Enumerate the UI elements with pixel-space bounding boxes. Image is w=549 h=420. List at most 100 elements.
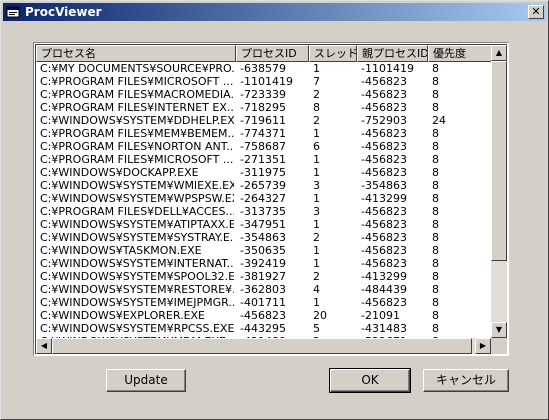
cell-priority: 8 — [432, 309, 439, 322]
cell-process-id: -354863 — [240, 231, 286, 244]
cell-process-id: -264327 — [240, 192, 286, 205]
cell-priority: 8 — [432, 270, 439, 283]
cell-threads: 1 — [313, 218, 320, 231]
cell-priority: 8 — [432, 322, 439, 335]
cell-process-name: C:¥WINDOWS¥EXPLORER.EXE — [40, 309, 206, 322]
table-row[interactable]: C:¥WINDOWS¥SYSTEM¥ATIPTAXX.E... -347951 1 -… — [36, 218, 492, 231]
cell-parent-id: -1101419 — [361, 62, 414, 75]
table-row[interactable]: C:¥WINDOWS¥TASKMON.EXE -350635 1 -456823 8 — [36, 244, 492, 257]
cell-process-id: -392419 — [240, 257, 286, 270]
column-header-threads[interactable]: スレッド — [309, 45, 357, 62]
cell-process-id: -381927 — [240, 270, 286, 283]
cell-priority: 8 — [432, 205, 439, 218]
column-header-process-name[interactable]: プロセス名 — [36, 45, 236, 62]
cell-parent-id: -413299 — [361, 192, 407, 205]
cell-priority: 8 — [432, 218, 439, 231]
cell-process-id: -719611 — [240, 114, 286, 127]
cell-process-name: C:¥PROGRAM FILES¥MACROMEDIA... — [40, 88, 234, 101]
cell-process-name: C:¥WINDOWS¥DOCKAPP.EXE — [40, 166, 199, 179]
cell-process-id: -350635 — [240, 244, 286, 257]
cell-threads: 7 — [313, 75, 320, 88]
cell-threads: 5 — [313, 322, 320, 335]
table-row[interactable]: C:¥PROGRAM FILES¥MICROSOFT ... -271351 1 -4… — [36, 153, 492, 166]
cell-threads: 1 — [313, 296, 320, 309]
cell-threads: 8 — [313, 101, 320, 114]
cell-process-name: C:¥WINDOWS¥SYSTEM¥SPOOL32.EX... — [40, 270, 234, 283]
scroll-up-button[interactable]: ▲ — [491, 45, 507, 61]
cell-process-name: C:¥WINDOWS¥SYSTEM¥ATIPTAXX.E... — [40, 218, 234, 231]
cell-process-id: -443295 — [240, 322, 286, 335]
table-row[interactable]: C:¥WINDOWS¥SYSTEM¥IMEJPMGR.... -401711 1 -4… — [36, 296, 492, 309]
column-header-parent-id[interactable]: 親プロセスID — [357, 45, 428, 62]
arrow-down-icon: ▼ — [495, 325, 503, 334]
column-header-process-id[interactable]: プロセスID — [236, 45, 309, 62]
cell-priority: 24 — [432, 114, 446, 127]
app-icon — [6, 6, 20, 18]
cell-process-name: C:¥PROGRAM FILES¥DELL¥ACCES... — [40, 205, 234, 218]
cell-parent-id: -431483 — [361, 322, 407, 335]
cell-threads: 1 — [313, 62, 320, 75]
table-row[interactable]: C:¥PROGRAM FILES¥INTERNET EX... -718295 8 -… — [36, 101, 492, 114]
cell-process-id: -774371 — [240, 127, 286, 140]
cell-process-id: -718295 — [240, 101, 286, 114]
close-button[interactable]: ✕ — [528, 5, 544, 19]
table-row[interactable]: C:¥PROGRAM FILES¥MICROSOFT ... -1101419 7 -… — [36, 75, 492, 88]
table-row[interactable]: C:¥WINDOWS¥SYSTEM¥SPOOL32.EX... -381927 2 -… — [36, 270, 492, 283]
table-row[interactable]: C:¥WINDOWS¥SYSTEM¥INTERNAT.... -392419 1 -4… — [36, 257, 492, 270]
horizontal-scroll-thumb[interactable] — [52, 338, 472, 354]
title-bar[interactable]: ProcViewer ✕ — [3, 3, 546, 21]
cell-threads: 1 — [313, 153, 320, 166]
cell-parent-id: -456823 — [361, 101, 407, 114]
table-row[interactable]: C:¥PROGRAM FILES¥NORTON ANT... -758687 6 -4… — [36, 140, 492, 153]
cell-priority: 8 — [432, 296, 439, 309]
cell-process-name: C:¥PROGRAM FILES¥MICROSOFT ... — [40, 75, 234, 88]
cell-process-name: C:¥MY DOCUMENTS¥SOURCE¥PRO... — [40, 62, 234, 75]
cell-parent-id: -456823 — [361, 205, 407, 218]
process-list[interactable]: プロセス名 プロセスID スレッド 親プロセスID 優先度 C:¥MY DOCU… — [33, 42, 509, 356]
cell-threads: 20 — [313, 309, 327, 322]
table-row[interactable]: C:¥WINDOWS¥SYSTEM¥DDHELP.EXE -719611 2 -752… — [36, 114, 492, 127]
cell-priority: 8 — [432, 231, 439, 244]
cell-process-name: C:¥WINDOWS¥SYSTEM¥DDHELP.EXE — [40, 114, 234, 127]
cell-parent-id: -21091 — [361, 309, 400, 322]
table-row[interactable]: C:¥WINDOWS¥SYSTEM¥WPSPSW.EXE -264327 1 -413… — [36, 192, 492, 205]
table-row[interactable]: C:¥WINDOWS¥DOCKAPP.EXE -311975 1 -456823 8 — [36, 166, 492, 179]
scroll-left-button[interactable]: ◀ — [36, 338, 52, 354]
cell-priority: 8 — [432, 88, 439, 101]
cell-threads: 6 — [313, 140, 320, 153]
scroll-right-button[interactable]: ▶ — [475, 338, 491, 354]
cell-parent-id: -752903 — [361, 114, 407, 127]
ok-button[interactable]: OK — [329, 368, 411, 393]
cancel-button[interactable]: キャンセル — [423, 369, 509, 392]
cell-threads: 2 — [313, 270, 320, 283]
cell-parent-id: -456823 — [361, 127, 407, 140]
horizontal-scrollbar[interactable]: ◀ ▶ — [36, 338, 491, 354]
cell-threads: 1 — [313, 127, 320, 140]
cell-process-name: C:¥WINDOWS¥SYSTEM¥RPCSS.EXE — [40, 322, 234, 335]
vertical-scrollbar[interactable]: ▲ ▼ — [491, 45, 507, 338]
table-row[interactable]: C:¥WINDOWS¥SYSTEM¥WMIEXE.EXE -265739 3 -354… — [36, 179, 492, 192]
cell-parent-id: -456823 — [361, 88, 407, 101]
close-icon: ✕ — [531, 5, 541, 18]
table-row[interactable]: C:¥PROGRAM FILES¥MACROMEDIA... -723339 2 -4… — [36, 88, 492, 101]
vertical-scroll-thumb[interactable] — [491, 61, 507, 261]
cell-process-name: C:¥WINDOWS¥SYSTEM¥WMIEXE.EXE — [40, 179, 234, 192]
cell-parent-id: -456823 — [361, 153, 407, 166]
table-row[interactable]: C:¥WINDOWS¥SYSTEM¥SYSTRAY.E... -354863 2 -4… — [36, 231, 492, 244]
table-row[interactable]: C:¥WINDOWS¥SYSTEM¥RPCSS.EXE -443295 5 -4314… — [36, 322, 492, 335]
arrow-up-icon: ▲ — [495, 48, 503, 57]
table-row[interactable]: C:¥PROGRAM FILES¥DELL¥ACCES... -313735 3 -4… — [36, 205, 492, 218]
table-row[interactable]: C:¥WINDOWS¥EXPLORER.EXE -456823 20 -21091 8 — [36, 309, 492, 322]
cell-parent-id: -484439 — [361, 283, 407, 296]
table-row[interactable]: C:¥WINDOWS¥SYSTEM¥RESTORE¥... -362803 4 -48… — [36, 283, 492, 296]
cell-process-name: C:¥WINDOWS¥TASKMON.EXE — [40, 244, 202, 257]
table-row[interactable]: C:¥PROGRAM FILES¥MEM¥BEMEM... -774371 1 -45… — [36, 127, 492, 140]
cell-process-name: C:¥WINDOWS¥SYSTEM¥IMEJPMGR.... — [40, 296, 234, 309]
cell-process-id: -311975 — [240, 166, 286, 179]
update-button[interactable]: Update — [106, 369, 186, 392]
cell-parent-id: -456823 — [361, 140, 407, 153]
table-row[interactable]: C:¥MY DOCUMENTS¥SOURCE¥PRO... -638579 1 -11… — [36, 62, 492, 75]
list-header: プロセス名 プロセスID スレッド 親プロセスID 優先度 — [36, 45, 507, 62]
scroll-down-button[interactable]: ▼ — [491, 322, 507, 338]
cell-parent-id: -456823 — [361, 244, 407, 257]
